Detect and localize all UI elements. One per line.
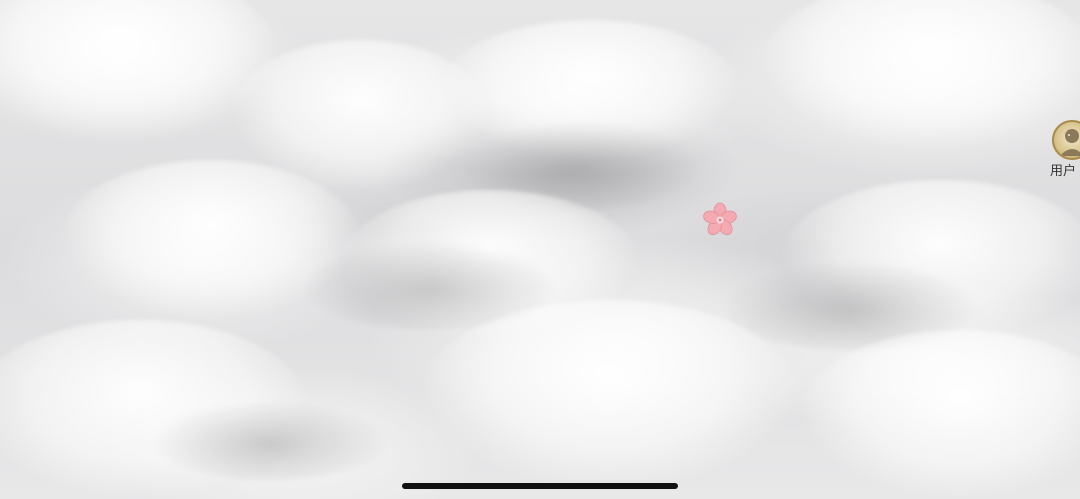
cloud-puff (760, 0, 1080, 150)
user-label: 用户 (1050, 164, 1077, 179)
home-indicator[interactable] (402, 483, 678, 489)
user-avatar-icon (1052, 120, 1080, 160)
cloud-shadow (150, 400, 390, 480)
user-button[interactable]: 用户 (1048, 120, 1080, 182)
cloud-puff (420, 300, 800, 490)
cloud-background: 用户 (0, 0, 1080, 499)
cherry-blossom-button[interactable] (700, 200, 740, 240)
cherry-blossom-icon (703, 202, 737, 236)
cloud-puff (800, 330, 1080, 499)
